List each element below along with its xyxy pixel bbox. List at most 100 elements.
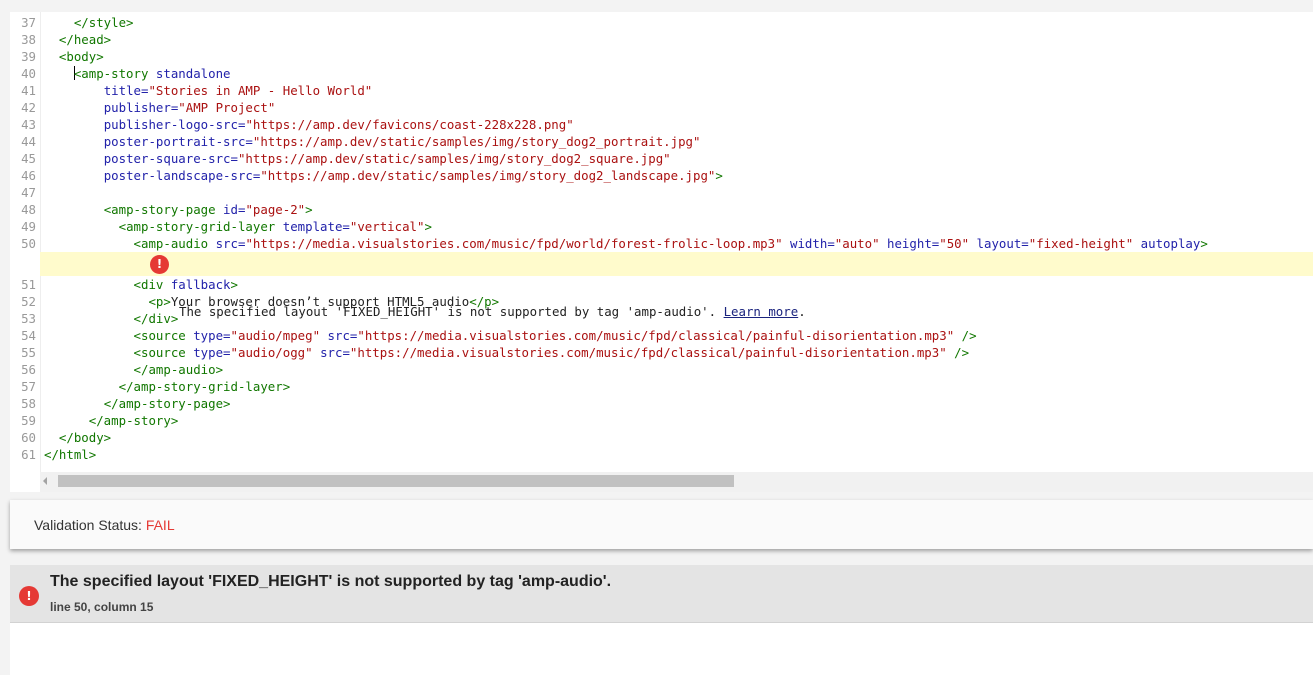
code-line[interactable]: 57 </amp-story-grid-layer>: [10, 378, 1313, 395]
code-line[interactable]: 48 <amp-story-page id="page-2">: [10, 201, 1313, 218]
line-number: 61: [21, 447, 36, 462]
code-text[interactable]: <source type="audio/mpeg" src="https://m…: [44, 327, 977, 344]
code-line[interactable]: 61 </html>: [10, 446, 1313, 463]
code-line[interactable]: 60 </body>: [10, 429, 1313, 446]
error-location[interactable]: line 50, column 15: [50, 600, 153, 614]
code-line[interactable]: 50 <amp-audio src="https://media.visuals…: [10, 235, 1313, 252]
scrollbar-thumb[interactable]: [58, 475, 734, 487]
code-line[interactable]: 51 <div fallback>: [10, 276, 1313, 293]
code-line[interactable]: 49 <amp-story-grid-layer template="verti…: [10, 218, 1313, 235]
code-text[interactable]: poster-square-src="https://amp.dev/stati…: [44, 150, 671, 167]
code-token: publisher=: [103, 100, 179, 115]
code-text[interactable]: poster-landscape-src="https://amp.dev/st…: [44, 167, 723, 184]
code-text[interactable]: <div fallback>: [44, 276, 238, 293]
scroll-left-arrow-icon[interactable]: [43, 477, 47, 485]
line-number: 60: [21, 430, 36, 445]
code-text[interactable]: </amp-audio>: [44, 361, 224, 378]
code-text[interactable]: <amp-story-page id="page-2">: [44, 201, 313, 218]
code-text[interactable]: </style>: [44, 14, 134, 31]
code-text[interactable]: <p>Your browser doesn’t support HTML5 au…: [44, 293, 499, 310]
code-text[interactable]: </div>: [44, 310, 179, 327]
code-token: "audio/ogg": [230, 345, 313, 360]
code-text[interactable]: </amp-story>: [44, 412, 179, 429]
line-number: 54: [21, 328, 36, 343]
error-list-item[interactable]: ! The specified layout 'FIXED_HEIGHT' is…: [10, 565, 1313, 623]
code-text[interactable]: <body>: [44, 48, 104, 65]
code-token: >: [305, 202, 313, 217]
line-number: 44: [21, 134, 36, 149]
code-text[interactable]: </html>: [44, 446, 96, 463]
code-text[interactable]: <source type="audio/ogg" src="https://me…: [44, 344, 970, 361]
code-text[interactable]: </amp-story-page>: [44, 395, 231, 412]
error-list-empty-area: [10, 623, 1313, 675]
code-token: type=: [193, 328, 231, 343]
line-number: 37: [21, 15, 36, 30]
line-number: 47: [21, 185, 36, 200]
code-token: type=: [193, 345, 231, 360]
code-text[interactable]: </head>: [44, 31, 111, 48]
code-line[interactable]: 53 </div>: [10, 310, 1313, 327]
code-line[interactable]: 42 publisher="AMP Project": [10, 99, 1313, 116]
code-line[interactable]: 41 title="Stories in AMP - Hello World": [10, 82, 1313, 99]
validation-status-panel: Validation Status: FAIL: [10, 500, 1313, 549]
code-token: height=: [887, 236, 940, 251]
code-line[interactable]: 43 publisher-logo-src="https://amp.dev/f…: [10, 116, 1313, 133]
code-line[interactable]: 55 <source type="audio/ogg" src="https:/…: [10, 344, 1313, 361]
code-text[interactable]: title="Stories in AMP - Hello World": [44, 82, 373, 99]
code-text[interactable]: poster-portrait-src="https://amp.dev/sta…: [44, 133, 701, 150]
code-line[interactable]: 44 poster-portrait-src="https://amp.dev/…: [10, 133, 1313, 150]
code-token: </amp-story-grid-layer>: [118, 379, 291, 394]
code-token: <body>: [58, 49, 104, 64]
code-line[interactable]: 37 </style>: [10, 14, 1313, 31]
line-number: 52: [21, 294, 36, 309]
code-text[interactable]: </body>: [44, 429, 111, 446]
horizontal-scrollbar[interactable]: [40, 472, 1313, 492]
code-text[interactable]: </amp-story-grid-layer>: [44, 378, 291, 395]
line-number: 57: [21, 379, 36, 394]
code-text[interactable]: <amp-audio src="https://media.visualstor…: [44, 235, 1208, 252]
code-line[interactable]: 56 </amp-audio>: [10, 361, 1313, 378]
code-text[interactable]: <amp-story-grid-layer template="vertical…: [44, 218, 432, 235]
code-line[interactable]: 46 poster-landscape-src="https://amp.dev…: [10, 167, 1313, 184]
code-token: "vertical": [349, 219, 425, 234]
code-line[interactable]: 47: [10, 184, 1313, 201]
code-text[interactable]: publisher="AMP Project": [44, 99, 276, 116]
code-line[interactable]: 58 </amp-story-page>: [10, 395, 1313, 412]
code-token: "https://amp.dev/static/samples/img/stor…: [252, 134, 701, 149]
code-editor[interactable]: 37 </style> 38 </head> 39 <body> 40 <amp-st…: [10, 12, 1313, 492]
code-line[interactable]: 54 <source type="audio/mpeg" src="https:…: [10, 327, 1313, 344]
code-line[interactable]: 40 <amp-story standalone: [10, 65, 1313, 82]
code-line[interactable]: 45 poster-square-src="https://amp.dev/st…: [10, 150, 1313, 167]
code-line[interactable]: 39 <body>: [10, 48, 1313, 65]
code-area[interactable]: 37 </style> 38 </head> 39 <body> 40 <amp-st…: [10, 14, 1313, 463]
code-text[interactable]: <amp-story standalone: [44, 65, 231, 82]
code-token: </head>: [58, 32, 112, 47]
code-line[interactable]: 38 </head>: [10, 31, 1313, 48]
line-number: 56: [21, 362, 36, 377]
code-token: <amp-story: [73, 66, 156, 81]
code-line[interactable]: 59 </amp-story>: [10, 412, 1313, 429]
code-token: <div: [133, 277, 171, 292]
line-number: 48: [21, 202, 36, 217]
code-line[interactable]: 52 <p>Your browser doesn’t support HTML5…: [10, 293, 1313, 310]
code-token: >: [230, 277, 238, 292]
code-token: "audio/mpeg": [230, 328, 321, 343]
code-token: </body>: [58, 430, 112, 445]
code-text[interactable]: publisher-logo-src="https://amp.dev/favi…: [44, 116, 574, 133]
code-token: "Stories in AMP - Hello World": [148, 83, 373, 98]
error-icon: !: [19, 586, 39, 606]
